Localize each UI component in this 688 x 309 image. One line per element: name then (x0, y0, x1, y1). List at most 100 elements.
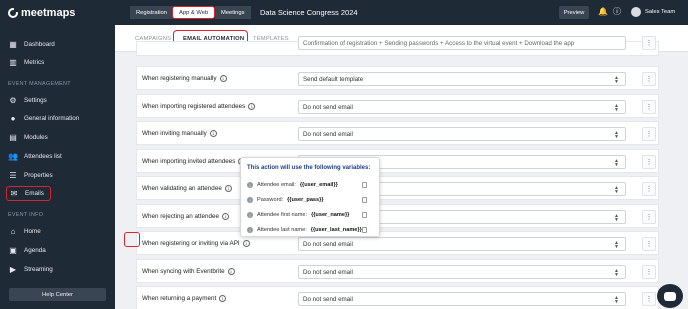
row-label: When returning a payment i (142, 295, 227, 302)
calendar-icon: ▣ (9, 246, 17, 255)
sidebar-item-label: General information (24, 115, 80, 122)
tab-meetings[interactable]: Meetings (215, 6, 251, 19)
sidebar-item-label: Agenda (24, 247, 46, 254)
info-icon: i (247, 212, 253, 218)
sidebar-item-label: Streaming (24, 266, 53, 273)
email-template-select[interactable]: Send default template ▲ ▼ (298, 72, 626, 86)
bell-icon[interactable]: 🔔 (598, 8, 608, 16)
dashboard-icon: ▦ (9, 40, 17, 49)
sidebar-item-label: Home (24, 228, 41, 235)
copy-icon[interactable] (362, 182, 367, 188)
variable-label: Password: (257, 197, 284, 203)
sidebar-item-attendees-list[interactable]: 👥 Attendees list (6, 149, 110, 164)
copy-icon[interactable] (362, 227, 367, 233)
top-bar: Registration App & Web Meetings Data Sci… (115, 0, 688, 25)
more-options-button[interactable]: ⋮ (642, 210, 656, 224)
table-row: When registering or inviting via API i D… (136, 231, 659, 255)
info-icon[interactable]: i (242, 240, 250, 247)
table-row: When registering manually i Send default… (136, 66, 659, 90)
event-title: Data Science Congress 2024 (260, 8, 358, 17)
info-icon[interactable]: i (219, 295, 227, 302)
tab-registration[interactable]: Registration (130, 6, 173, 19)
sidebar-item-label: Emails (25, 190, 44, 197)
more-options-button[interactable]: ⋮ (642, 127, 656, 141)
more-options-button[interactable]: ⋮ (642, 100, 656, 114)
info-icon[interactable]: i (224, 185, 232, 192)
sidebar-item-properties[interactable]: ☰ Properties (6, 168, 110, 183)
copy-icon[interactable] (362, 212, 367, 218)
table-row: When returning a payment i Do not send e… (136, 286, 659, 309)
info-icon[interactable]: i (227, 268, 235, 275)
email-template-select[interactable]: Do not send email ▲ ▼ (298, 292, 626, 306)
sidebar-item-label: Dashboard (24, 41, 55, 48)
info-icon[interactable]: i (248, 103, 256, 110)
video-icon: ▶ (9, 265, 17, 274)
row-label: When inviting manually i (142, 130, 217, 137)
modules-icon: ▤ (9, 133, 17, 142)
sidebar-item-label: Modules (24, 134, 48, 141)
row-label-text: When importing registered attendees (142, 103, 246, 110)
row-label: When registering or inviting via API i (142, 240, 250, 247)
select-value: Do not send email (303, 103, 353, 111)
sidebar-item-general-information[interactable]: ● General information (6, 111, 110, 126)
sidebar-item-settings[interactable]: ⚙ Settings (6, 93, 110, 108)
team-name[interactable]: Sales Team (645, 9, 675, 15)
row-label: When registering manually i (142, 75, 227, 82)
row-label: When rejecting an attendee i (142, 213, 230, 220)
info-icon[interactable]: i (219, 75, 227, 82)
table-row: Confirmation of registration + Sending p… (136, 36, 659, 56)
more-options-button[interactable]: ⋮ (642, 155, 656, 169)
email-template-select[interactable]: Do not send email ▲ ▼ (298, 237, 626, 251)
row-label-text: When syncing with Eventbrite (142, 268, 225, 275)
meetmaps-logo[interactable]: meetmaps (8, 7, 75, 19)
more-options-button[interactable]: ⋮ (642, 36, 656, 50)
help-center-button[interactable]: Help Center (9, 288, 106, 301)
more-options-button[interactable]: ⋮ (642, 292, 656, 306)
sidebar-item-streaming[interactable]: ▶ Streaming (6, 262, 110, 277)
more-options-button[interactable]: ⋮ (642, 182, 656, 196)
select-value: Do not send email (303, 130, 353, 138)
more-options-button[interactable]: ⋮ (642, 237, 656, 251)
email-template-select[interactable]: Do not send email ▲ ▼ (298, 265, 626, 279)
section-label-event-management: EVENT MANAGEMENT (8, 81, 71, 87)
chat-widget-button[interactable] (657, 284, 683, 308)
email-template-select[interactable]: Do not send email ▲ ▼ (298, 127, 626, 141)
sidebar-item-emails[interactable]: ✉ Emails (6, 186, 51, 201)
chevron-updown-icon: ▲ ▼ (614, 158, 619, 168)
row-label: When syncing with Eventbrite i (142, 268, 235, 275)
variables-tooltip: This action will use the following varia… (240, 157, 380, 237)
avatar[interactable] (631, 7, 641, 17)
variable-row: i Password: {{user_pass}} (247, 195, 375, 205)
row-label-text: When importing invited attendees (142, 158, 236, 165)
select-value: Do not send email (303, 268, 353, 276)
sidebar-item-agenda[interactable]: ▣ Agenda (6, 243, 110, 258)
select-value: Send default template (303, 75, 364, 83)
sidebar-item-modules[interactable]: ▤ Modules (6, 130, 110, 145)
chevron-updown-icon: ▲ ▼ (614, 268, 619, 278)
table-row: When rejecting an attendee i ▲ ▼ ⋮ (136, 204, 659, 228)
logo-icon (8, 8, 18, 18)
info-icon[interactable]: ⓘ (613, 8, 621, 16)
info-icon[interactable]: i (222, 213, 230, 220)
email-template-select[interactable]: Confirmation of registration + Sending p… (298, 36, 626, 50)
sidebar-item-label: Attendees list (24, 153, 62, 160)
copy-icon[interactable] (362, 197, 367, 203)
email-automation-list: Confirmation of registration + Sending p… (115, 36, 688, 309)
sidebar: meetmaps ▦ Dashboard ▥ Metrics EVENT MAN… (0, 0, 115, 309)
row-label-text: When inviting manually (142, 130, 207, 137)
tab-app-web[interactable]: App & Web (172, 6, 216, 19)
logo-text: meetmaps (21, 7, 76, 19)
list-icon: ☰ (9, 171, 17, 180)
preview-button[interactable]: Preview (559, 6, 589, 19)
variable-row: i Attendee first name: {{user_name}} (247, 210, 375, 220)
more-options-button[interactable]: ⋮ (642, 265, 656, 279)
mail-icon: ✉ (10, 189, 18, 198)
table-row: When syncing with Eventbrite i Do not se… (136, 259, 659, 283)
sidebar-item-metrics[interactable]: ▥ Metrics (6, 55, 110, 70)
more-options-button[interactable]: ⋮ (642, 72, 656, 86)
info-icon[interactable]: i (209, 130, 217, 137)
sidebar-item-dashboard[interactable]: ▦ Dashboard (6, 37, 110, 52)
sidebar-item-home[interactable]: ⌂ Home (6, 224, 110, 239)
email-template-select[interactable]: Do not send email ▲ ▼ (298, 100, 626, 114)
row-label: When importing registered attendees i (142, 103, 256, 110)
